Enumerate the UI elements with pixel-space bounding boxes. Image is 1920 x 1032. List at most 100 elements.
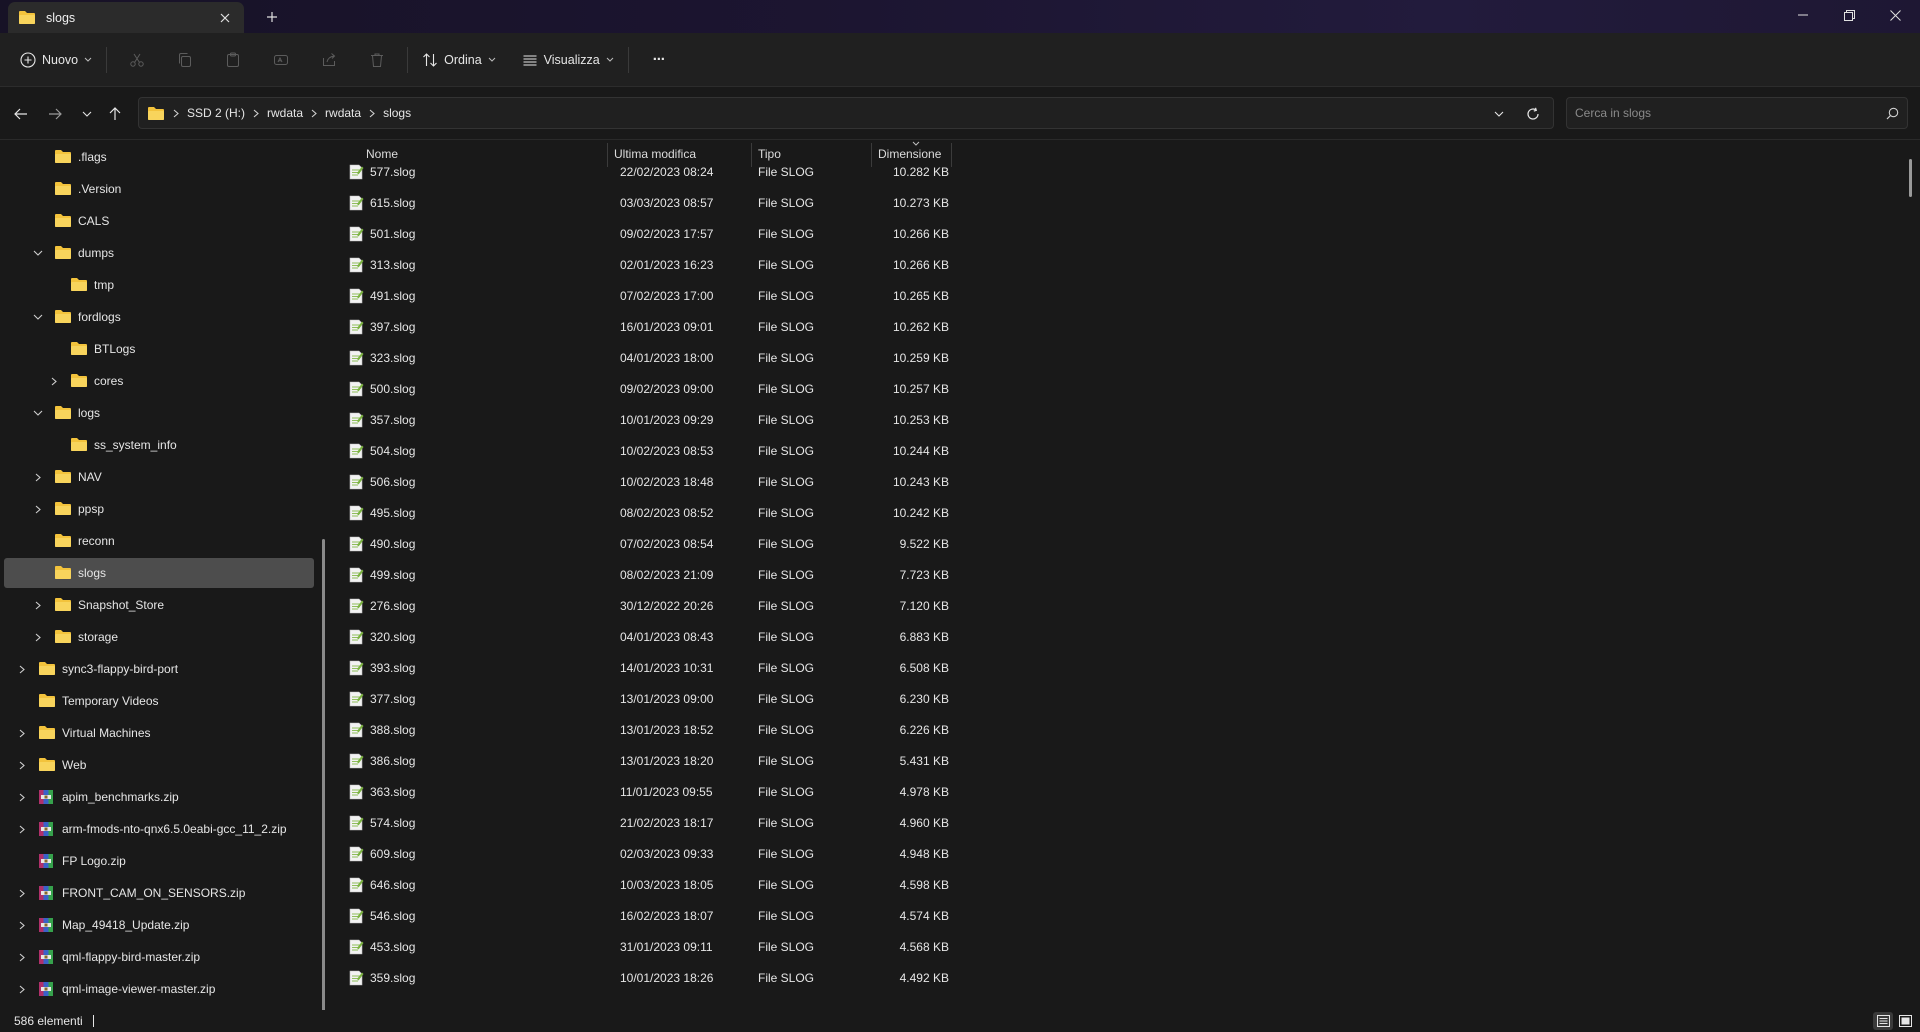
sidebar-item[interactable]: apim_benchmarks.zip bbox=[4, 782, 314, 812]
view-button[interactable]: Visualizza bbox=[514, 42, 622, 78]
table-row[interactable]: 323.slog 04/01/2023 18:00 File SLOG 10.259 … bbox=[348, 342, 1288, 373]
table-row[interactable]: 313.slog 02/01/2023 16:23 File SLOG 10.266 … bbox=[348, 249, 1288, 280]
restore-button[interactable] bbox=[1826, 0, 1872, 30]
sidebar-item[interactable]: storage bbox=[4, 622, 314, 652]
sidebar-item[interactable]: dumps bbox=[4, 238, 314, 268]
up-button[interactable] bbox=[101, 100, 129, 128]
sidebar-item[interactable]: arm-fmods-nto-qnx6.5.0eabi-gcc_11_2.zip bbox=[4, 814, 314, 844]
sidebar-item[interactable]: fordlogs bbox=[4, 302, 314, 332]
chevron-right-icon[interactable] bbox=[30, 629, 46, 645]
new-button[interactable]: Nuovo bbox=[12, 42, 100, 78]
table-row[interactable]: 574.slog 21/02/2023 18:17 File SLOG 4.960 K… bbox=[348, 807, 1288, 838]
table-row[interactable]: 646.slog 10/03/2023 18:05 File SLOG 4.598 K… bbox=[348, 869, 1288, 900]
sidebar-item[interactable]: ppsp bbox=[4, 494, 314, 524]
sidebar-item[interactable]: ss_system_info bbox=[4, 430, 314, 460]
sidebar-item[interactable]: .Version bbox=[4, 174, 314, 204]
sidebar-item[interactable]: cores bbox=[4, 366, 314, 396]
table-row[interactable]: 490.slog 07/02/2023 08:54 File SLOG 9.522 K… bbox=[348, 528, 1288, 559]
tab-slogs[interactable]: slogs bbox=[8, 2, 244, 33]
table-row[interactable]: 506.slog 10/02/2023 18:48 File SLOG 10.243 … bbox=[348, 466, 1288, 497]
table-row[interactable]: 397.slog 16/01/2023 09:01 File SLOG 10.262 … bbox=[348, 311, 1288, 342]
chevron-down-icon[interactable] bbox=[30, 405, 46, 421]
chevron-right-icon[interactable] bbox=[30, 597, 46, 613]
sidebar-item[interactable]: CALS bbox=[4, 206, 314, 236]
sidebar-item[interactable]: Virtual Machines bbox=[4, 718, 314, 748]
chevron-right-icon[interactable] bbox=[14, 885, 30, 901]
breadcrumb-rwdata[interactable]: rwdata bbox=[267, 106, 303, 120]
address-history-button[interactable] bbox=[1487, 102, 1511, 126]
close-tab-button[interactable] bbox=[212, 5, 238, 31]
details-view-button[interactable] bbox=[1873, 1012, 1893, 1030]
table-row[interactable]: 393.slog 14/01/2023 10:31 File SLOG 6.508 K… bbox=[348, 652, 1288, 683]
refresh-button[interactable] bbox=[1521, 102, 1545, 126]
table-row[interactable]: 546.slog 16/02/2023 18:07 File SLOG 4.574 K… bbox=[348, 900, 1288, 931]
share-button[interactable] bbox=[305, 42, 353, 78]
sidebar-item[interactable]: tmp bbox=[4, 270, 314, 300]
table-row[interactable]: 615.slog 03/03/2023 08:57 File SLOG 10.273 … bbox=[348, 187, 1288, 218]
sidebar-item[interactable]: Map_49418_Update.zip bbox=[4, 910, 314, 940]
chevron-right-icon[interactable] bbox=[14, 757, 30, 773]
navigation-pane[interactable]: .flags .Version CALS dumps tmp fordlogs BTLogs… bbox=[0, 141, 330, 1010]
close-window-button[interactable] bbox=[1872, 0, 1918, 30]
table-row[interactable]: 609.slog 02/03/2023 09:33 File SLOG 4.948 K… bbox=[348, 838, 1288, 869]
breadcrumb-slogs[interactable]: slogs bbox=[383, 106, 411, 120]
sidebar-item[interactable]: Snapshot_Store bbox=[4, 590, 314, 620]
back-button[interactable] bbox=[7, 100, 35, 128]
table-row[interactable]: 377.slog 13/01/2023 09:00 File SLOG 6.230 K… bbox=[348, 683, 1288, 714]
chevron-right-icon[interactable] bbox=[30, 469, 46, 485]
sidebar-scrollbar[interactable] bbox=[322, 539, 325, 1010]
large-icons-view-button[interactable] bbox=[1895, 1012, 1915, 1030]
chevron-right-icon[interactable] bbox=[30, 501, 46, 517]
address-bar[interactable]: SSD 2 (H:) rwdata rwdata slogs bbox=[138, 97, 1554, 129]
sidebar-item[interactable]: NAV bbox=[4, 462, 314, 492]
sidebar-item[interactable]: sync3-flappy-bird-port bbox=[4, 654, 314, 684]
breadcrumb-drive[interactable]: SSD 2 (H:) bbox=[187, 106, 245, 120]
table-row[interactable]: 363.slog 11/01/2023 09:55 File SLOG 4.978 K… bbox=[348, 776, 1288, 807]
table-row[interactable]: 320.slog 04/01/2023 08:43 File SLOG 6.883 K… bbox=[348, 621, 1288, 652]
chevron-right-icon[interactable] bbox=[311, 109, 317, 118]
table-row[interactable]: 388.slog 13/01/2023 18:52 File SLOG 6.226 K… bbox=[348, 714, 1288, 745]
forward-button[interactable] bbox=[41, 100, 69, 128]
search-box[interactable] bbox=[1566, 97, 1908, 129]
chevron-right-icon[interactable] bbox=[14, 661, 30, 677]
chevron-down-icon[interactable] bbox=[30, 309, 46, 325]
sidebar-item[interactable]: slogs bbox=[4, 558, 314, 588]
sidebar-item[interactable]: BTLogs bbox=[4, 334, 314, 364]
chevron-right-icon[interactable] bbox=[253, 109, 259, 118]
minimize-button[interactable] bbox=[1780, 0, 1826, 30]
table-row[interactable]: 359.slog 10/01/2023 18:26 File SLOG 4.492 K… bbox=[348, 962, 1288, 993]
breadcrumb-rwdata-inner[interactable]: rwdata bbox=[325, 106, 361, 120]
chevron-right-icon[interactable] bbox=[14, 725, 30, 741]
paste-button[interactable] bbox=[209, 42, 257, 78]
search-icon[interactable] bbox=[1877, 107, 1907, 120]
sidebar-item[interactable]: logs bbox=[4, 398, 314, 428]
file-list[interactable]: Nome Ultima modifica Tipo Dimensione 577… bbox=[334, 141, 1920, 1010]
sidebar-item[interactable]: reconn bbox=[4, 526, 314, 556]
chevron-right-icon[interactable] bbox=[14, 917, 30, 933]
more-options-button[interactable]: ··· bbox=[635, 42, 683, 78]
recent-locations-button[interactable] bbox=[73, 100, 101, 128]
rename-button[interactable] bbox=[257, 42, 305, 78]
table-row[interactable]: 577.slog 22/02/2023 08:24 File SLOG 10.282 … bbox=[348, 156, 1288, 187]
table-row[interactable]: 491.slog 07/02/2023 17:00 File SLOG 10.265 … bbox=[348, 280, 1288, 311]
table-row[interactable]: 501.slog 09/02/2023 17:57 File SLOG 10.266 … bbox=[348, 218, 1288, 249]
sidebar-item[interactable]: qml-flappy-bird-master.zip bbox=[4, 942, 314, 972]
search-input[interactable] bbox=[1567, 106, 1877, 120]
table-row[interactable]: 495.slog 08/02/2023 08:52 File SLOG 10.242 … bbox=[348, 497, 1288, 528]
table-row[interactable]: 453.slog 31/01/2023 09:11 File SLOG 4.568 K… bbox=[348, 931, 1288, 962]
table-row[interactable]: 500.slog 09/02/2023 09:00 File SLOG 10.257 … bbox=[348, 373, 1288, 404]
copy-button[interactable] bbox=[161, 42, 209, 78]
delete-button[interactable] bbox=[353, 42, 401, 78]
table-row[interactable]: 276.slog 30/12/2022 20:26 File SLOG 7.120 K… bbox=[348, 590, 1288, 621]
table-row[interactable]: 357.slog 10/01/2023 09:29 File SLOG 10.253 … bbox=[348, 404, 1288, 435]
sidebar-item[interactable]: Web bbox=[4, 750, 314, 780]
cut-button[interactable] bbox=[113, 42, 161, 78]
chevron-right-icon[interactable] bbox=[14, 821, 30, 837]
chevron-right-icon[interactable] bbox=[14, 981, 30, 997]
sidebar-item[interactable]: FP Logo.zip bbox=[4, 846, 314, 876]
sort-button[interactable]: Ordina bbox=[414, 42, 504, 78]
chevron-right-icon[interactable] bbox=[46, 373, 62, 389]
vertical-scrollbar[interactable] bbox=[1909, 159, 1912, 197]
chevron-right-icon[interactable] bbox=[369, 109, 375, 118]
sidebar-item[interactable]: .flags bbox=[4, 142, 314, 172]
